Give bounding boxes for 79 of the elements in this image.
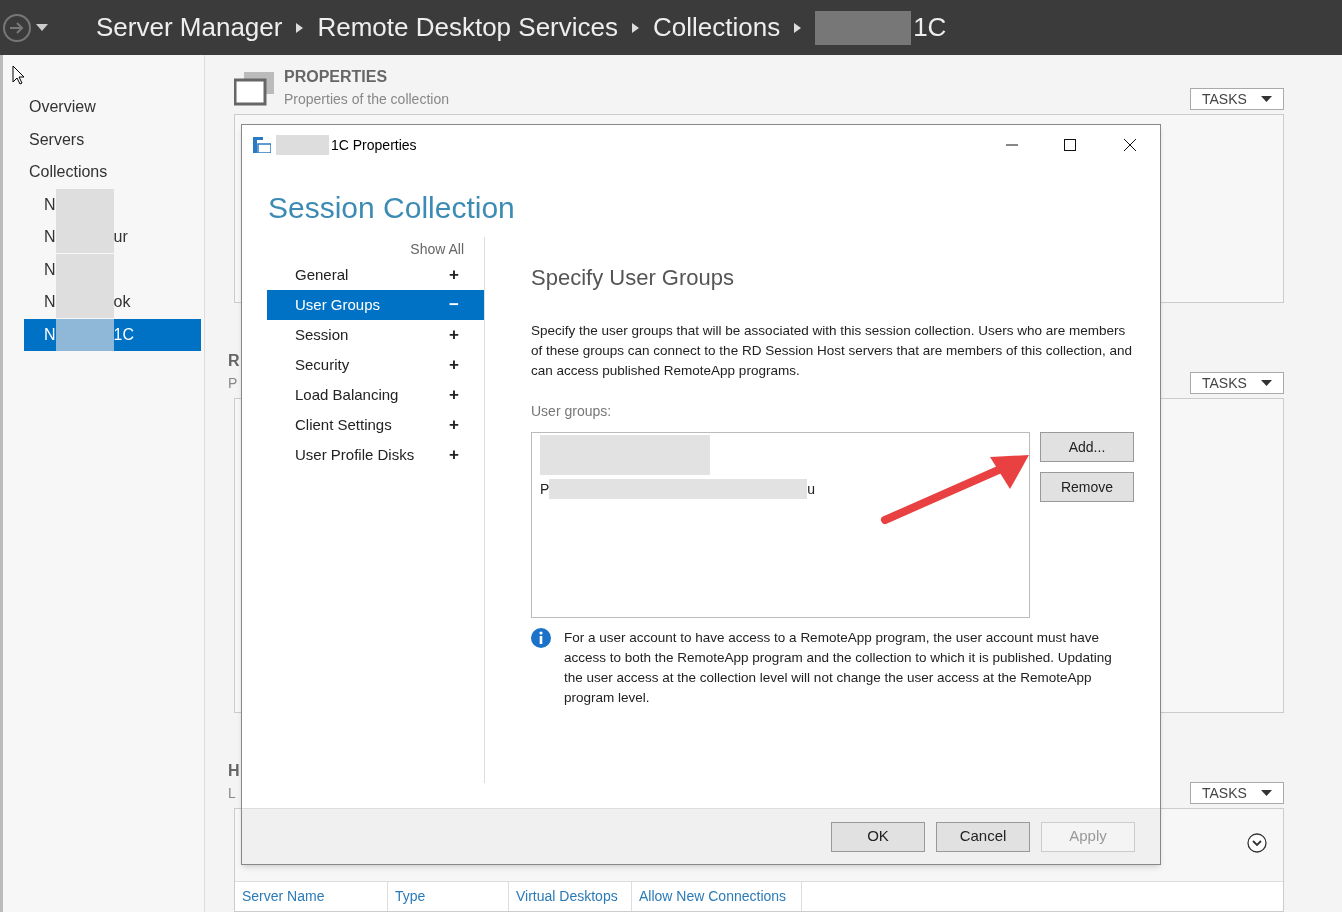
sidebar-item[interactable]: Overview — [24, 91, 201, 124]
nav-item[interactable]: Load Balancing + — [267, 380, 484, 410]
breadcrumb-item[interactable]: Server Manager — [96, 8, 283, 47]
redacted-block — [55, 286, 114, 319]
nav-item[interactable]: Session + — [267, 320, 484, 350]
sidebar-item[interactable]: Collections — [24, 156, 201, 189]
nav-label: User Profile Disks — [295, 444, 415, 465]
caret-icon — [1261, 95, 1272, 103]
dialog-title: 1C Properties — [331, 135, 417, 155]
nav-item[interactable]: Security + — [267, 350, 484, 380]
nav-label: Load Balancing — [295, 384, 399, 405]
toggle-sign[interactable]: + — [449, 382, 459, 408]
toggle-sign[interactable]: + — [449, 322, 459, 348]
collection-item[interactable]: N ok — [24, 286, 201, 319]
collection-item[interactable]: N — [24, 253, 201, 286]
list-label: User groups: — [531, 402, 613, 421]
breadcrumb-item[interactable]: Remote Desktop Services — [317, 8, 618, 47]
nav-label: User Groups — [295, 294, 381, 315]
user-groups-list[interactable]: P u — [531, 432, 1030, 618]
tasks-dropdown[interactable]: TASKS — [1190, 782, 1284, 804]
separator-arrow-icon — [632, 22, 639, 33]
toggle-sign[interactable]: + — [449, 352, 459, 378]
redacted-block — [55, 318, 114, 351]
tasks-dropdown[interactable]: TASKS — [1190, 88, 1284, 110]
sidebar-item[interactable]: Servers — [24, 123, 201, 156]
section-subtitle: P — [228, 374, 239, 393]
redacted-block — [55, 253, 114, 286]
redacted-block — [276, 135, 329, 155]
close-icon[interactable] — [1123, 138, 1137, 152]
nav-item[interactable]: General + — [267, 260, 484, 290]
redacted-block — [55, 221, 114, 254]
show-all-link[interactable]: Show All — [410, 239, 464, 260]
nav-label: Session — [295, 324, 349, 345]
redacted-block — [55, 188, 114, 221]
description-text: Specify the user groups that will be associated with this session collection. Users who are members of these groups can connect to the RD Session Host servers that are members of this collection, and can access published RemoteApp programs. — [531, 322, 1134, 380]
caret-icon — [1261, 789, 1272, 797]
section-subtitle: L — [228, 784, 237, 803]
dropdown-caret-icon[interactable] — [36, 23, 48, 32]
separator-arrow-icon — [296, 22, 304, 33]
collection-icon — [253, 137, 271, 153]
separator-arrow-icon — [794, 22, 802, 33]
note-text: For a user account to have access to a RemoteApp program, the user account must have access to both the RemoteApp program and the collection to which it is published. Updating the user access at the collection level will not change the user access at the RemoteApp program level. — [564, 629, 1113, 707]
dialog-heading: Session Collection — [267, 190, 516, 226]
nav-item[interactable]: User Groups − — [267, 290, 484, 320]
dialog-button[interactable]: Cancel — [936, 821, 1030, 852]
info-icon — [531, 628, 551, 648]
page-title: Specify User Groups — [531, 264, 735, 292]
column-header[interactable]: Server Name — [235, 882, 388, 911]
column-header[interactable]: Virtual Desktops — [509, 882, 632, 911]
section-title: R — [228, 351, 240, 371]
section-title: PROPERTIES — [284, 67, 389, 87]
breadcrumb-item[interactable]: Collections — [653, 8, 781, 47]
collection-item[interactable]: N — [24, 188, 201, 221]
dialog-button[interactable]: OK — [831, 821, 925, 852]
nav-label: General — [295, 264, 349, 285]
side-button[interactable]: Add... — [1040, 432, 1134, 462]
toggle-sign[interactable]: − — [449, 292, 459, 318]
section-subtitle: Properties of the collection — [284, 90, 449, 109]
collection-item[interactable]: N 1C — [24, 318, 201, 351]
side-button[interactable]: Remove — [1040, 472, 1134, 502]
nav-item[interactable]: User Profile Disks + — [267, 440, 484, 470]
caret-icon — [1261, 379, 1272, 387]
breadcrumb-item[interactable]: 1C — [815, 8, 947, 47]
expand-chevron-icon[interactable] — [1247, 833, 1267, 853]
nav-label: Security — [295, 354, 350, 375]
column-header[interactable]: Type — [388, 882, 509, 911]
tasks-dropdown[interactable]: TASKS — [1190, 372, 1284, 394]
nav-item[interactable]: Client Settings + — [267, 410, 484, 440]
list-item[interactable]: P u — [540, 472, 1029, 506]
toggle-sign[interactable]: + — [449, 442, 459, 468]
window-stack-icon — [234, 72, 276, 106]
column-header[interactable]: Allow New Connections — [632, 882, 802, 911]
section-title: H — [228, 761, 240, 781]
mouse-cursor-icon — [12, 65, 25, 85]
maximize-icon[interactable] — [1063, 138, 1077, 152]
collection-item[interactable]: N ur — [24, 221, 201, 254]
toggle-sign[interactable]: + — [449, 412, 459, 438]
nav-label: Client Settings — [295, 414, 392, 435]
toggle-sign[interactable]: + — [449, 262, 459, 288]
